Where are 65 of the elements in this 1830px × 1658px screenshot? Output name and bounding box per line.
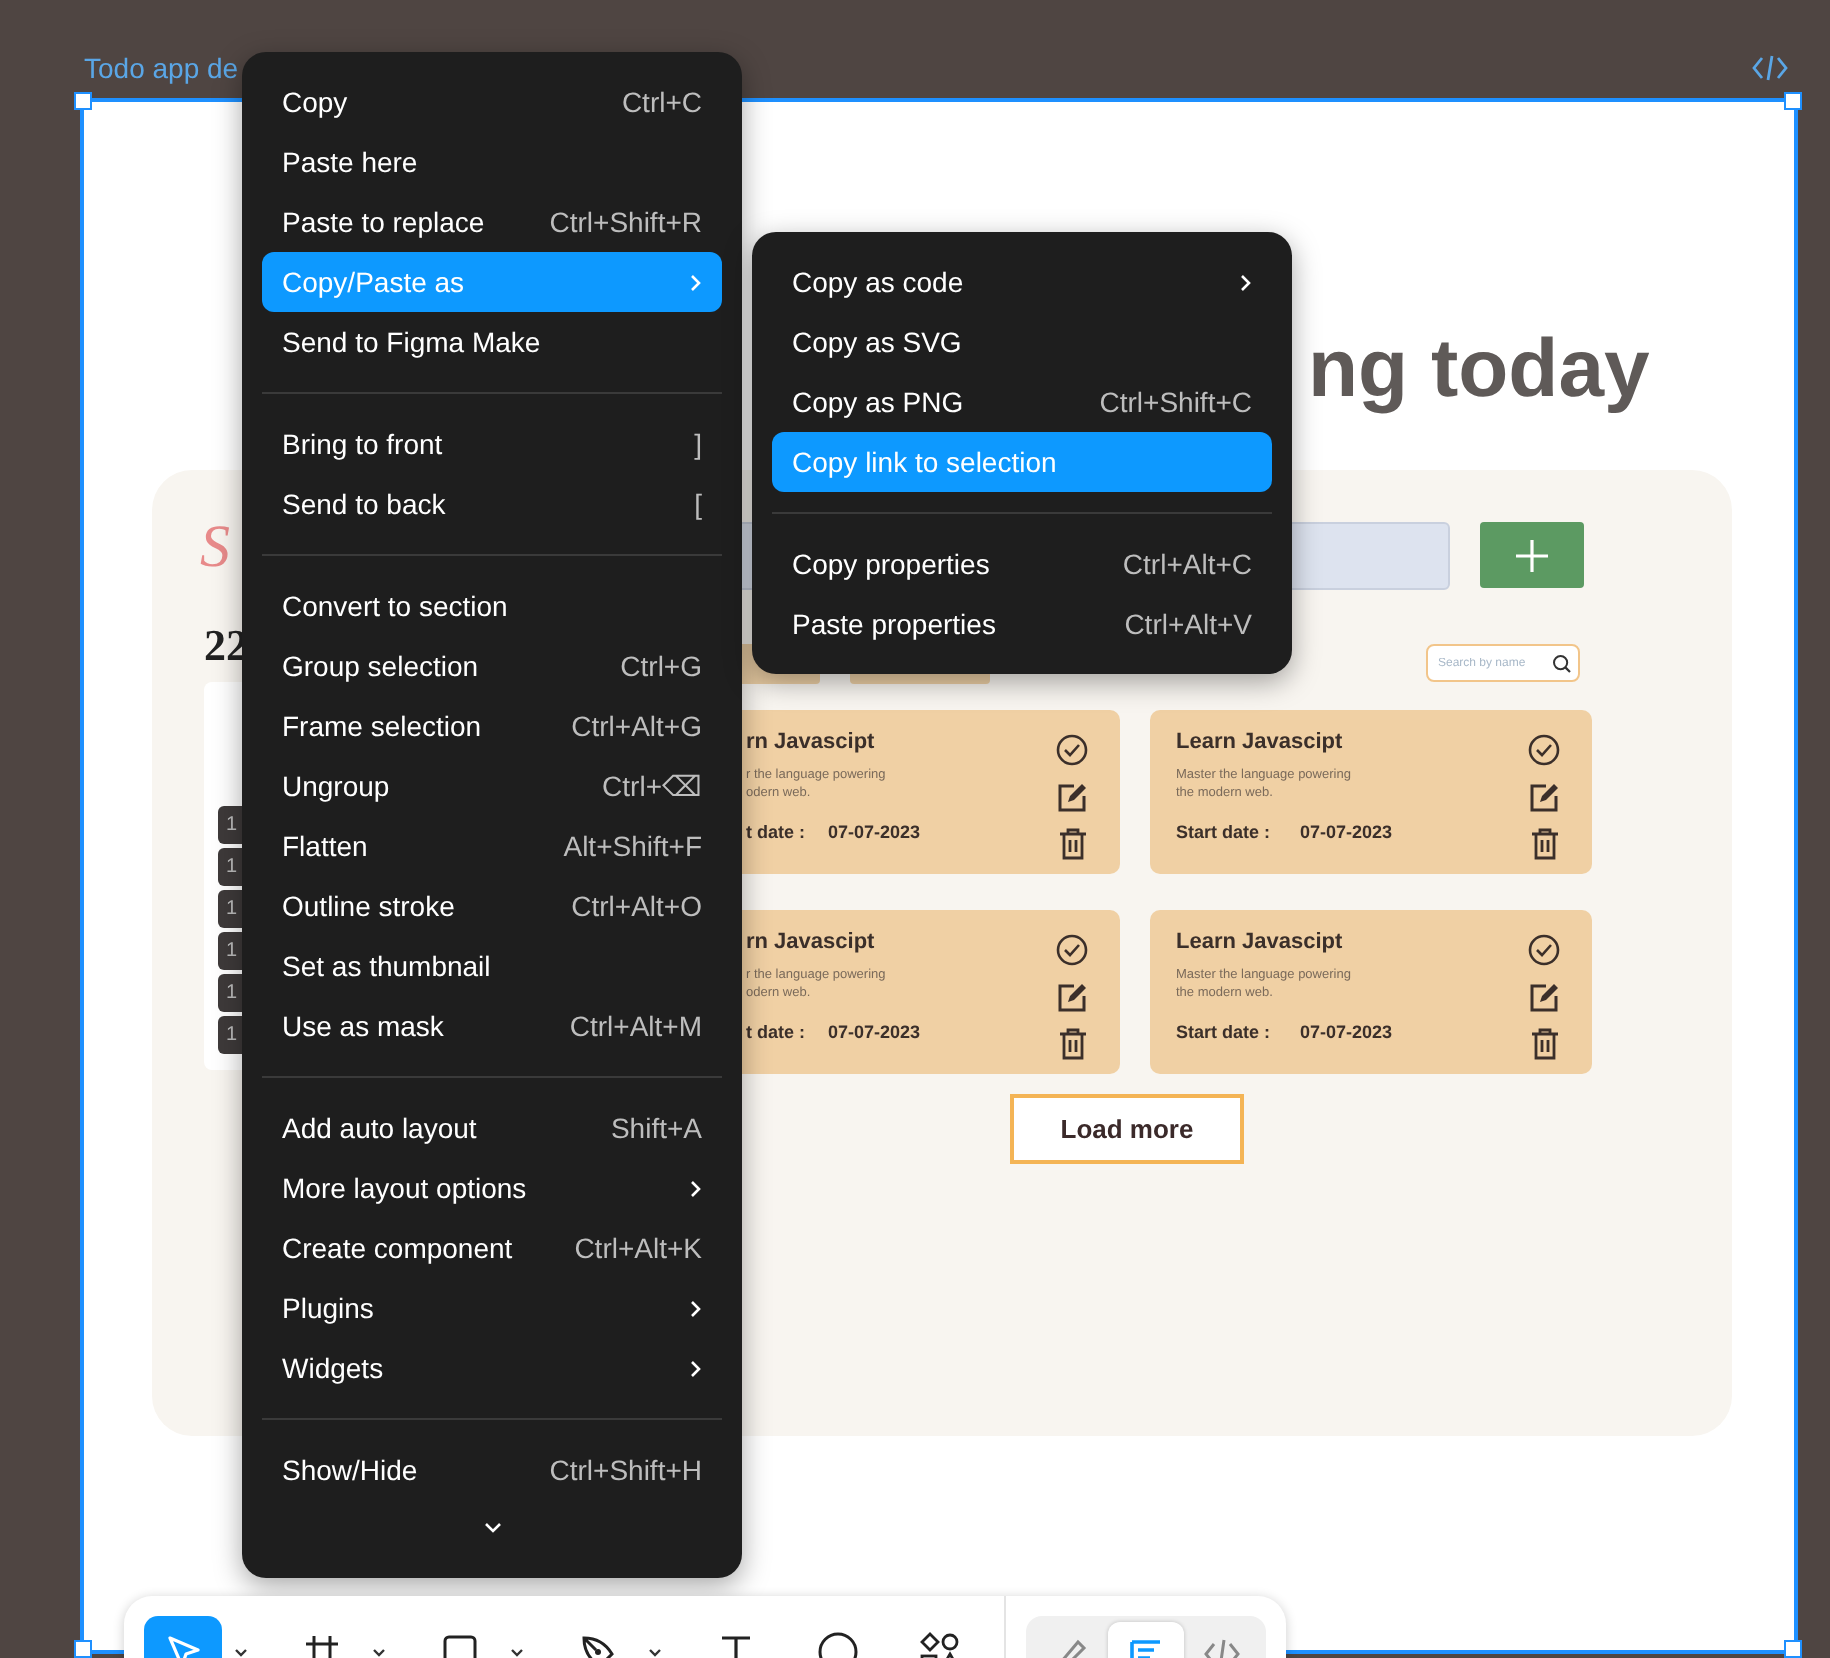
task-title: rn Javascipt bbox=[746, 930, 877, 954]
resize-handle[interactable] bbox=[1784, 1640, 1802, 1658]
caret-icon[interactable] bbox=[509, 1647, 524, 1657]
check-circle-icon[interactable] bbox=[1528, 934, 1560, 966]
trash-icon[interactable] bbox=[1530, 828, 1560, 860]
page-heading: ng today bbox=[1308, 322, 1650, 416]
caret-icon[interactable] bbox=[371, 1647, 386, 1657]
date-label: t date : bbox=[746, 822, 808, 842]
task-date: 07-07-2023 bbox=[1300, 1022, 1393, 1042]
check-circle-icon[interactable] bbox=[1528, 734, 1560, 766]
edit-icon[interactable] bbox=[1056, 982, 1088, 1014]
chevron-right-icon bbox=[690, 1179, 702, 1197]
menu-item[interactable]: Copy as SVG bbox=[772, 312, 1272, 372]
menu-item[interactable]: Paste here bbox=[262, 132, 722, 192]
menu-item[interactable]: Paste properties Ctrl+Alt+V bbox=[772, 594, 1272, 654]
load-more-button[interactable]: Load more bbox=[1010, 1094, 1244, 1164]
frame-label[interactable]: Todo app de bbox=[84, 52, 239, 84]
resize-handle[interactable] bbox=[1784, 92, 1802, 110]
task-date: 07-07-2023 bbox=[828, 1022, 921, 1042]
menu-item[interactable]: Paste to replace Ctrl+Shift+R bbox=[262, 192, 722, 252]
menu-item[interactable]: Bring to front ] bbox=[262, 414, 722, 474]
date-label: t date : bbox=[746, 1022, 808, 1042]
search-icon bbox=[1552, 653, 1572, 673]
code-icon[interactable] bbox=[1752, 54, 1788, 82]
edit-icon[interactable] bbox=[1528, 982, 1560, 1014]
date-label: Start date : bbox=[1176, 1022, 1273, 1042]
menu-item[interactable]: Widgets bbox=[262, 1338, 722, 1398]
trash-icon[interactable] bbox=[1058, 828, 1088, 860]
date-label: Start date : bbox=[1176, 822, 1273, 842]
menu-item[interactable]: Copy properties Ctrl+Alt+C bbox=[772, 534, 1272, 594]
task-date: 07-07-2023 bbox=[1300, 822, 1393, 842]
menu-item[interactable]: Group selection Ctrl+G bbox=[262, 636, 722, 696]
menu-item[interactable]: Create component Ctrl+Alt+K bbox=[262, 1218, 722, 1278]
resize-handle[interactable] bbox=[74, 92, 92, 110]
menu-item[interactable]: Copy as code bbox=[772, 252, 1272, 312]
task-title: rn Javascipt bbox=[746, 730, 877, 754]
chevron-right-icon bbox=[690, 1359, 702, 1377]
chevron-down-icon[interactable] bbox=[483, 1522, 501, 1534]
menu-item[interactable]: Add auto layout Shift+A bbox=[262, 1098, 722, 1158]
menu-item[interactable]: Show/Hide Ctrl+Shift+H bbox=[262, 1440, 722, 1500]
menu-item[interactable]: Convert to section bbox=[262, 576, 722, 636]
chevron-right-icon bbox=[690, 273, 702, 291]
task-date: 07-07-2023 bbox=[828, 822, 921, 842]
menu-item[interactable]: Send to back [ bbox=[262, 474, 722, 534]
edit-icon[interactable] bbox=[1056, 782, 1088, 814]
resize-handle[interactable] bbox=[74, 1640, 92, 1658]
task-title: Learn Javascipt bbox=[1176, 930, 1345, 954]
plus-icon bbox=[1514, 537, 1550, 573]
caret-icon[interactable] bbox=[647, 1647, 662, 1657]
check-circle-icon[interactable] bbox=[1056, 934, 1088, 966]
menu-item[interactable]: More layout options bbox=[262, 1158, 722, 1218]
chevron-right-icon bbox=[1240, 273, 1252, 291]
menu-item[interactable]: Copy as PNG Ctrl+Shift+C bbox=[772, 372, 1272, 432]
trash-icon[interactable] bbox=[1058, 1028, 1088, 1060]
menu-item[interactable]: Copy Ctrl+C bbox=[262, 72, 722, 132]
check-circle-icon[interactable] bbox=[1056, 734, 1088, 766]
chevron-right-icon bbox=[690, 1299, 702, 1317]
caret-icon[interactable] bbox=[233, 1647, 248, 1657]
menu-item[interactable]: Frame selection Ctrl+Alt+G bbox=[262, 696, 722, 756]
logo-text: S bbox=[200, 514, 230, 582]
menu-item[interactable]: Send to Figma Make bbox=[262, 312, 722, 372]
edit-icon[interactable] bbox=[1528, 782, 1560, 814]
trash-icon[interactable] bbox=[1530, 1028, 1560, 1060]
task-title: Learn Javascipt bbox=[1176, 730, 1345, 754]
menu-item[interactable]: Plugins bbox=[262, 1278, 722, 1338]
